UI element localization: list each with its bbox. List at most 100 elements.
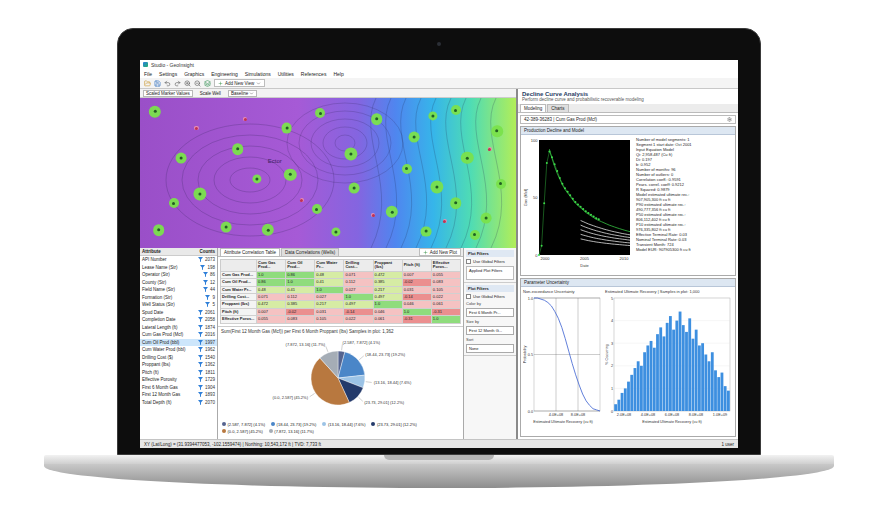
histogram-bar[interactable] bbox=[721, 373, 724, 411]
well-marker[interactable] bbox=[496, 179, 506, 189]
well-marker[interactable] bbox=[169, 198, 179, 208]
well-marker[interactable] bbox=[331, 227, 340, 236]
column-header[interactable]: Proppant (lbs) bbox=[374, 260, 403, 272]
filter-icon[interactable] bbox=[203, 280, 208, 285]
filter-icon[interactable] bbox=[198, 377, 203, 382]
correlation-cell[interactable]: -0.31 bbox=[432, 309, 461, 316]
undo-icon[interactable] bbox=[164, 80, 171, 87]
filter-icon[interactable] bbox=[198, 347, 203, 352]
attribute-row[interactable]: Operator (Str)86 bbox=[140, 271, 217, 279]
correlation-cell[interactable]: 0.007 bbox=[403, 272, 432, 279]
filter-icon[interactable] bbox=[198, 317, 203, 322]
correlation-cell[interactable]: 1.0 bbox=[286, 279, 315, 286]
histogram-bar[interactable] bbox=[711, 352, 714, 411]
layers-icon[interactable] bbox=[204, 80, 211, 87]
correlation-cell[interactable]: 0.217 bbox=[315, 301, 344, 308]
correlation-cell[interactable]: 0.497 bbox=[344, 301, 373, 308]
well-marker[interactable] bbox=[461, 152, 473, 164]
histogram-bar[interactable] bbox=[708, 361, 711, 411]
column-header[interactable]: Drilling Cost... bbox=[344, 260, 373, 272]
legend-item[interactable]: (2.587, 7.872] (4.1%) bbox=[222, 422, 265, 427]
correlation-cell[interactable]: 0.48 bbox=[257, 287, 286, 294]
well-marker[interactable] bbox=[232, 143, 244, 155]
menu-item[interactable]: Utilities bbox=[278, 71, 294, 77]
filter-icon[interactable] bbox=[205, 295, 210, 300]
correlation-cell[interactable]: 1.0 bbox=[344, 294, 373, 301]
correlation-cell[interactable]: 0.105 bbox=[432, 287, 461, 294]
histogram-bar[interactable] bbox=[685, 332, 688, 411]
map-tool-select[interactable]: Baseline bbox=[228, 90, 257, 97]
correlation-cell[interactable]: 0.046 bbox=[374, 309, 403, 316]
correlation-cell[interactable]: 0.007 bbox=[257, 309, 286, 316]
histogram-bar[interactable] bbox=[682, 325, 685, 411]
well-marker[interactable] bbox=[312, 204, 322, 214]
correlation-cell[interactable]: 0.027 bbox=[344, 287, 373, 294]
attribute-row[interactable]: Well Status (Str)5 bbox=[140, 301, 217, 309]
global-filter-row[interactable]: Use Global Filters bbox=[466, 294, 514, 299]
attribute-row[interactable]: Formation (Str)9 bbox=[140, 294, 217, 302]
attribute-row[interactable]: Cum Gas Prod (Mcf)2016 bbox=[140, 331, 217, 339]
attribute-row[interactable]: Lease Name (Str)198 bbox=[140, 264, 217, 272]
zoom-in-icon[interactable] bbox=[184, 80, 191, 87]
correlation-cell[interactable]: 0.497 bbox=[374, 294, 403, 301]
histogram-bar[interactable] bbox=[637, 361, 640, 411]
histogram-bar[interactable] bbox=[621, 393, 624, 411]
well-marker[interactable] bbox=[153, 224, 165, 236]
correlation-cell[interactable]: 1.0 bbox=[374, 301, 403, 308]
well-marker[interactable] bbox=[430, 180, 443, 193]
histogram-bar[interactable] bbox=[714, 370, 717, 411]
zoom-out-icon[interactable] bbox=[194, 80, 201, 87]
correlation-cell[interactable]: -0.14 bbox=[403, 294, 432, 301]
attribute-row[interactable]: County (Str)12 bbox=[140, 279, 217, 287]
correlation-cell[interactable]: 0.022 bbox=[432, 294, 461, 301]
field-select[interactable]: None bbox=[466, 344, 514, 353]
well-marker[interactable] bbox=[252, 174, 261, 183]
well-marker[interactable] bbox=[281, 123, 292, 134]
menu-item[interactable]: Settings bbox=[159, 71, 177, 77]
dry-well-marker[interactable] bbox=[300, 198, 304, 202]
checkbox[interactable] bbox=[466, 294, 471, 299]
histogram-bar[interactable] bbox=[653, 348, 656, 411]
correlation-cell[interactable]: 1.0 bbox=[403, 309, 432, 316]
correlation-cell[interactable]: 0.112 bbox=[344, 279, 373, 286]
histogram-bar[interactable] bbox=[692, 339, 695, 411]
well-marker[interactable] bbox=[371, 113, 383, 125]
filter-icon[interactable] bbox=[203, 287, 208, 292]
attribute-row[interactable]: Field Name (Str)44 bbox=[140, 286, 217, 294]
attribute-row[interactable]: First 12 Month Gas1893 bbox=[140, 391, 217, 399]
well-marker[interactable] bbox=[349, 183, 360, 194]
filter-icon[interactable] bbox=[198, 370, 203, 375]
column-header[interactable]: Cum Oil Prod... bbox=[286, 260, 315, 272]
histogram-bar[interactable] bbox=[727, 391, 730, 411]
legend-item[interactable]: (23.73, 29.01] (12.2%) bbox=[371, 422, 416, 427]
menu-item[interactable]: Engineering bbox=[211, 71, 238, 77]
histogram-bar[interactable] bbox=[698, 345, 701, 411]
dry-well-marker[interactable] bbox=[243, 117, 247, 121]
filter-icon[interactable] bbox=[203, 272, 208, 277]
attribute-row[interactable]: Drilling Cost ($)1540 bbox=[140, 354, 217, 362]
checkbox[interactable] bbox=[466, 259, 471, 264]
attribute-row[interactable]: Cum Water Prod (bbl)1962 bbox=[140, 346, 217, 354]
map-tool-label[interactable]: Scale Well bbox=[197, 90, 224, 97]
dry-well-marker[interactable] bbox=[488, 147, 492, 151]
correlation-cell[interactable]: 0.48 bbox=[315, 272, 344, 279]
panel-tab[interactable]: Attribute Correlation Table bbox=[220, 248, 280, 256]
filter-icon[interactable] bbox=[198, 325, 203, 330]
attribute-row[interactable]: Spud Date2061 bbox=[140, 309, 217, 317]
attribute-row[interactable]: Effective Porosity1729 bbox=[140, 376, 217, 384]
well-marker[interactable] bbox=[470, 230, 480, 240]
correlation-cell[interactable]: 0.031 bbox=[403, 287, 432, 294]
histogram-bar[interactable] bbox=[650, 341, 653, 411]
correlation-cell[interactable]: 0.41 bbox=[286, 287, 315, 294]
well-marker[interactable] bbox=[176, 153, 187, 164]
data-point[interactable] bbox=[546, 162, 548, 164]
well-marker[interactable] bbox=[481, 213, 492, 224]
correlation-cell[interactable]: 0.055 bbox=[432, 272, 461, 279]
histogram-bar[interactable] bbox=[656, 334, 659, 411]
correlation-cell[interactable]: 0.022 bbox=[344, 316, 373, 323]
correlation-cell[interactable]: 0.055 bbox=[257, 316, 286, 323]
legend-item[interactable]: (13.16, 18.44] (7.6%) bbox=[322, 422, 365, 427]
correlation-cell[interactable]: 1.0 bbox=[315, 287, 344, 294]
histogram-bar[interactable] bbox=[679, 312, 682, 411]
filter-icon[interactable] bbox=[198, 355, 203, 360]
